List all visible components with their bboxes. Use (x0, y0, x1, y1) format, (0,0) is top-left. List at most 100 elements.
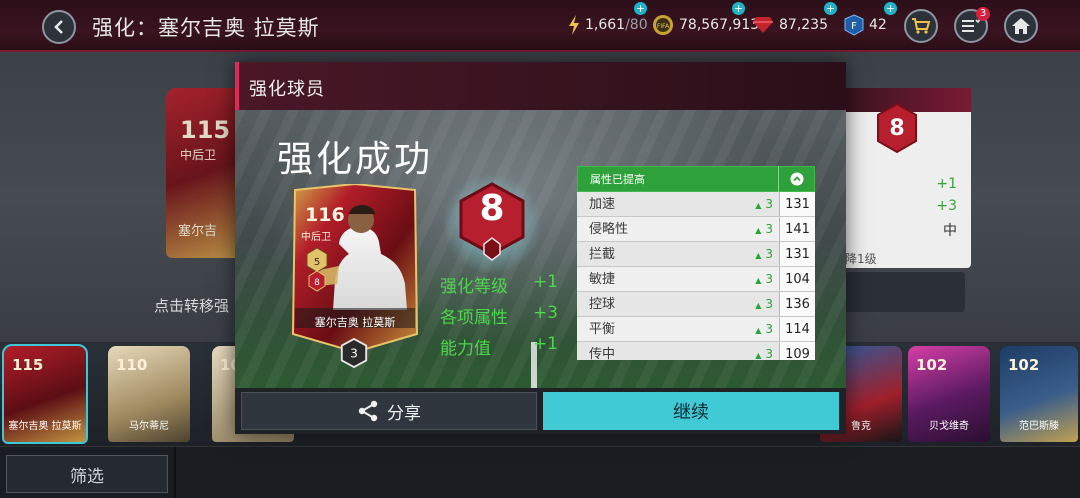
energy-value: 1,661 (585, 17, 626, 33)
stat-value: 141 (779, 217, 815, 241)
strip-card-rating: 110 (116, 356, 148, 374)
strip-card-name: 贝戈维奇 (929, 421, 969, 432)
share-icon (358, 400, 378, 422)
store-button[interactable] (904, 9, 938, 43)
strip-card-2[interactable]: 110 马尔蒂尼 (108, 346, 190, 442)
gain-row: 强化等级 +1 (440, 272, 558, 303)
stat-value: 131 (779, 242, 815, 266)
tasks-button[interactable]: 3 (954, 7, 990, 43)
gems-value: 87,235 (779, 17, 828, 33)
arrow-left-icon (54, 20, 63, 34)
coins-display: + FIFA 78,567,913 (652, 2, 760, 36)
home-icon (1012, 18, 1030, 34)
stat-row: 加速 ▲ 3 131 (577, 192, 815, 217)
lightning-icon (568, 15, 580, 35)
rank-action-button[interactable] (845, 272, 965, 312)
stat-name: 侵略性 (589, 222, 629, 237)
add-coins-button[interactable]: + (732, 2, 745, 15)
gains-list: 强化等级 +1 各项属性 +3 能力值 +1 (440, 272, 558, 365)
share-label: 分享 (387, 403, 421, 424)
strip-card-5[interactable]: 102 贝戈维奇 (908, 346, 990, 442)
arrow-up-icon: ▲ (755, 201, 762, 210)
coins-value: 78,567,913 (679, 17, 760, 33)
back-button[interactable] (42, 10, 76, 44)
stat-increase: ▲ 3 (755, 297, 773, 311)
coin-label: FIFA (657, 23, 670, 30)
stat-name: 拦截 (589, 247, 616, 262)
player-card: 5 8 116 中后卫 塞尔吉奥 拉莫斯 3 (289, 184, 421, 368)
rank-bonus-2: +3 (936, 198, 957, 214)
dialog-title: 强化球员 (249, 79, 325, 100)
gain-value: +1 (532, 272, 558, 292)
stat-name: 加速 (589, 197, 616, 212)
stat-row: 侵略性 ▲ 3 141 (577, 217, 815, 242)
page-title: 强化：塞尔吉奥 拉莫斯 (92, 16, 320, 40)
stat-row: 传中 ▲ 3 109 (577, 342, 815, 360)
stat-row: 拦截 ▲ 3 131 (577, 242, 815, 267)
continue-button[interactable]: 继续 (543, 392, 839, 430)
stat-increase: ▲ 3 (755, 347, 773, 360)
fifa-points-icon: F (844, 14, 864, 36)
svg-text:F: F (851, 21, 857, 32)
share-button[interactable]: 分享 (241, 392, 537, 430)
player-rating: 116 (305, 204, 345, 226)
strip-card-rating: 115 (12, 356, 44, 374)
stat-row: 平衡 ▲ 3 114 (577, 317, 815, 342)
rank-bonus-1: +1 (936, 176, 957, 192)
bg-card-name: 塞尔吉 (178, 224, 218, 239)
rank-panel-value: 8 (889, 116, 904, 141)
coin-icon: FIFA (652, 14, 674, 36)
arrow-up-icon: ▲ (755, 276, 762, 285)
arrow-up-icon: ▲ (755, 326, 762, 335)
rank-panel-footer: 降1级 (845, 252, 877, 266)
strip-card-1[interactable]: 115 塞尔吉奥 拉莫斯 (2, 344, 88, 444)
gem-icon (752, 16, 774, 34)
collapse-icon[interactable] (778, 166, 814, 192)
fifa-points-display: + F 42 (844, 2, 897, 36)
stat-name: 控球 (589, 297, 616, 312)
notification-badge: 3 (976, 7, 990, 21)
dialog-header: 强化球员 (235, 62, 846, 110)
add-energy-button[interactable]: + (634, 2, 647, 15)
stat-increase: ▲ 3 (755, 222, 773, 236)
stat-name: 平衡 (589, 322, 616, 337)
stats-table[interactable]: 属性已提高 加速 ▲ 3 131 侵略性 ▲ 3 141 拦截 ▲ 3 131 敏捷 ▲ 3 104 控… (577, 166, 815, 360)
strip-card-6[interactable]: 102 范巴斯滕 (1000, 346, 1078, 442)
stat-rows: 加速 ▲ 3 131 侵略性 ▲ 3 141 拦截 ▲ 3 131 敏捷 ▲ 3 104 控球 ▲ 3 136… (577, 192, 815, 360)
stat-value: 131 (779, 192, 815, 216)
arrow-up-icon: ▲ (755, 226, 762, 235)
upgrade-result-dialog: 强化球员 强化成功 5 8 116 中后卫 塞尔吉奥 拉莫斯 3 8 强化等级 … (235, 62, 846, 434)
stat-name: 传中 (589, 347, 616, 360)
strip-card-rating: 102 (1008, 356, 1040, 374)
gain-label: 能力值 (440, 339, 491, 359)
gain-value: +3 (532, 303, 558, 323)
gain-label: 强化等级 (440, 277, 508, 297)
gems-display: + 87,235 (752, 2, 837, 36)
arrow-up-icon: ▲ (755, 251, 762, 260)
strip-card-rating: 102 (916, 356, 948, 374)
chem-value: 5 (314, 257, 320, 268)
top-bar: 强化：塞尔吉奥 拉莫斯 + 1,661/80 + FIFA 78,567,913… (0, 0, 1080, 52)
add-gems-button[interactable]: + (824, 2, 837, 15)
add-points-button[interactable]: + (884, 2, 897, 15)
bottom-divider (174, 447, 176, 498)
stat-name: 敏捷 (589, 272, 616, 287)
gain-value: +1 (532, 334, 558, 354)
stat-value: 109 (779, 342, 815, 360)
gain-label: 各项属性 (440, 308, 508, 328)
player-level: 3 (350, 347, 358, 361)
rank-panel: 8 +1 +3 中 降1级 (845, 88, 971, 268)
home-button[interactable] (1004, 9, 1038, 43)
stat-increase: ▲ 3 (755, 322, 773, 336)
bg-card-rating: 115 (180, 116, 231, 144)
energy-display: + 1,661/80 (568, 2, 648, 36)
filter-button[interactable]: 筛选 (6, 455, 168, 493)
dialog-footer: 分享 继续 (235, 388, 846, 434)
dialog-body: 强化成功 5 8 116 中后卫 塞尔吉奥 拉莫斯 3 8 强化等级 +1 各项… (235, 110, 846, 388)
arrow-up-icon: ▲ (755, 351, 762, 360)
stats-header: 属性已提高 (577, 166, 815, 192)
level-badge-icon: 3 (340, 338, 368, 368)
stat-increase: ▲ 3 (755, 247, 773, 261)
rank-bonus-3: 中 (943, 223, 957, 239)
background-player-card: 115 中后卫 塞尔吉 (166, 88, 244, 258)
